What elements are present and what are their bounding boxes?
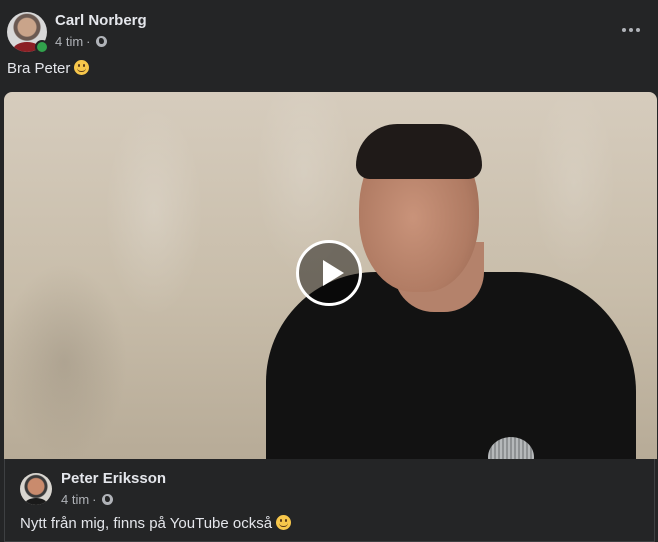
more-options-icon	[622, 28, 626, 32]
shared-text-content: Nytt från mig, finns på YouTube också	[20, 515, 273, 532]
shared-author-name[interactable]: Peter Eriksson	[61, 470, 166, 487]
caption-text: Bra Peter	[7, 60, 71, 77]
globe-icon	[95, 36, 107, 47]
shared-author-avatar[interactable]	[20, 473, 52, 505]
post-time[interactable]: 4 tim	[55, 34, 83, 49]
video-person-hair	[356, 124, 482, 179]
more-options-icon-dot	[629, 28, 633, 32]
feed-post: Carl Norberg 4 tim · Bra Peter Peter Eri…	[0, 0, 658, 542]
smile-emoji-icon	[74, 60, 90, 75]
shared-post-info: Peter Eriksson 4 tim · Nytt från mig, fi…	[4, 459, 655, 542]
more-options-icon-dot	[636, 28, 640, 32]
globe-icon	[101, 494, 113, 505]
shared-post-text: Nytt från mig, finns på YouTube också	[20, 515, 292, 532]
meta-separator: ·	[86, 34, 91, 49]
video-player[interactable]	[4, 92, 657, 459]
play-icon[interactable]	[296, 240, 362, 306]
smile-emoji-icon	[276, 515, 292, 530]
post-caption: Bra Peter	[7, 60, 90, 77]
post-header: Carl Norberg 4 tim ·	[7, 12, 647, 54]
author-name[interactable]: Carl Norberg	[55, 12, 147, 29]
author-avatar[interactable]	[7, 12, 49, 54]
shared-post-time[interactable]: 4 tim	[61, 492, 89, 507]
more-options-button[interactable]	[617, 18, 645, 42]
online-status-dot	[35, 40, 49, 54]
shared-meta-separator: ·	[92, 492, 97, 507]
shared-post-card: Peter Eriksson 4 tim · Nytt från mig, fi…	[4, 92, 657, 542]
shared-post-meta: 4 tim ·	[61, 492, 113, 507]
post-meta: 4 tim ·	[55, 34, 107, 49]
